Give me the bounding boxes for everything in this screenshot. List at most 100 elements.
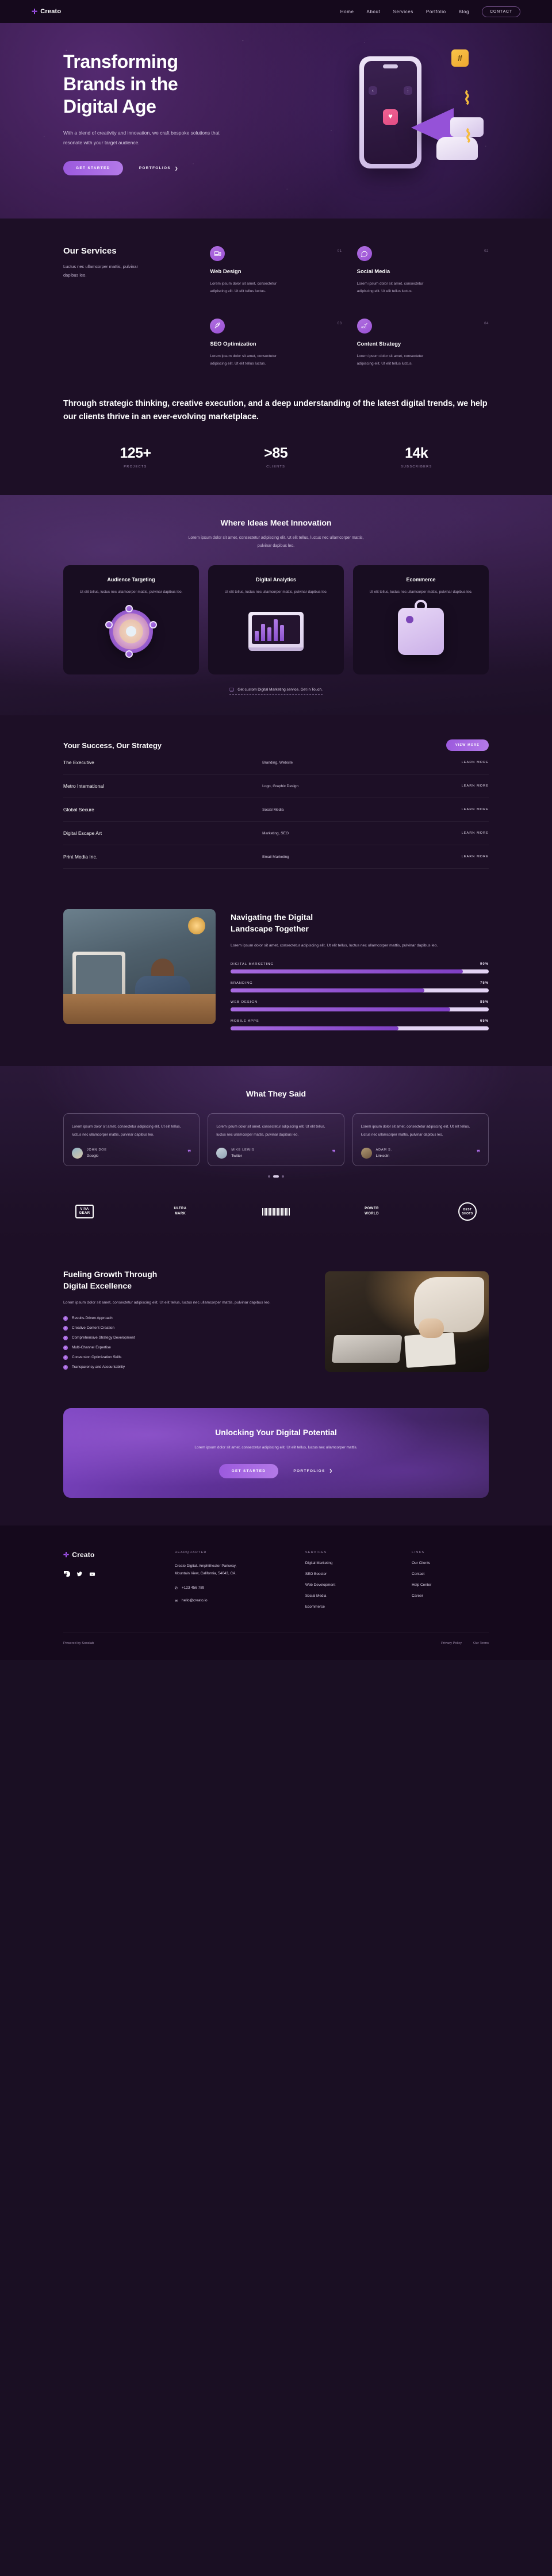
learn-more-link[interactable]: LEARN MORE <box>413 761 489 764</box>
navigating-title: Navigating the Digital Landscape Togethe… <box>231 911 489 935</box>
nav-item-portfolio[interactable]: Portfolio <box>426 9 446 14</box>
learn-more-link[interactable]: LEARN MORE <box>413 831 489 835</box>
strategy-section: Your Success, Our Strategy VIEW MORE The… <box>0 715 552 895</box>
testimonial-company: Google <box>87 1154 99 1159</box>
portfolios-label: PORTFOLIOS <box>139 166 171 171</box>
card-desc: Ut elit tellus, luctus nec ullamcorper m… <box>224 590 328 595</box>
footer-logo[interactable]: ✛ Creato <box>63 1551 164 1559</box>
benefit-label: Transparency and Accountability <box>72 1365 125 1370</box>
benefit-label: Conversion Optimization Skills <box>72 1355 122 1360</box>
twitter-icon[interactable] <box>76 1570 83 1578</box>
target-illustration <box>72 604 190 659</box>
footer-link-ecommerce[interactable]: Ecommerce <box>305 1605 401 1609</box>
hero-actions: GET STARTED PORTFOLIOS ❯ <box>63 161 270 176</box>
privacy-policy-link[interactable]: Privacy Policy <box>441 1642 462 1645</box>
learn-more-link[interactable]: LEARN MORE <box>413 784 489 788</box>
testimonial-company: Linkedin <box>375 1154 390 1159</box>
terms-link[interactable]: Our Terms <box>473 1642 489 1645</box>
testimonial-quote: Lorem ipsum dolor sit amet, consectetur … <box>72 1125 181 1137</box>
carousel-dot[interactable] <box>268 1175 270 1178</box>
carousel-dot-active[interactable] <box>273 1175 279 1178</box>
project-name: Print Media Inc. <box>63 854 98 860</box>
client-logo-ultra-mark: ULTRA MARK <box>159 1202 202 1221</box>
innovation-card-audience-targeting[interactable]: Audience Targeting Ut elit tellus, luctu… <box>63 565 199 675</box>
cta-get-started-button[interactable]: GET STARTED <box>218 1463 279 1478</box>
innovation-card-digital-analytics[interactable]: Digital Analytics Ut elit tellus, luctus… <box>208 565 344 675</box>
hero-section: Transforming Brands in the Digital Age W… <box>0 23 552 218</box>
project-name: Global Secure <box>63 807 94 813</box>
testimonial-card[interactable]: Lorem ipsum dolor sit amet, consectetur … <box>208 1113 344 1167</box>
fueling-paragraph: Lorem ipsum dolor sit amet, consectetur … <box>63 1300 271 1305</box>
navigating-title-line-1: Navigating the Digital <box>231 913 313 922</box>
innovation-section: Where Ideas Meet Innovation Lorem ipsum … <box>0 495 552 715</box>
footer-link-help-center[interactable]: Help Center <box>412 1583 489 1587</box>
back-chip-icon: ‹ <box>369 86 377 95</box>
logo-line-2: GEAR <box>79 1212 90 1216</box>
portfolios-button[interactable]: PORTFOLIOS ❯ <box>139 166 179 171</box>
table-row[interactable]: Metro International Logo, Graphic Design… <box>63 775 489 799</box>
skill-mobile-apps: MOBILE APPS 65% <box>231 1019 489 1031</box>
service-card-seo[interactable]: 03 SEO Optimization Lorem ipsum dolor si… <box>210 318 342 368</box>
benefit-label: Multi-Channel Expertise <box>72 1346 111 1350</box>
footer-link-web-development[interactable]: Web Development <box>305 1583 401 1587</box>
cta-portfolios-label: PORTFOLIOS <box>293 1469 325 1473</box>
navigating-paragraph: Lorem ipsum dolor sit amet, consectetur … <box>231 943 438 948</box>
nav-item-services[interactable]: Services <box>393 9 413 14</box>
skill-label: BRANDING <box>231 982 253 986</box>
card-desc: Ut elit tellus, luctus nec ullamcorper m… <box>79 590 183 595</box>
service-card-social-media[interactable]: 02 Social Media Lorem ipsum dolor sit am… <box>356 246 489 296</box>
benefit-label: Comprehensive Strategy Development <box>72 1336 135 1340</box>
logo[interactable]: ✛ Creato <box>32 8 61 15</box>
service-card-content-strategy[interactable]: 04 abc Content Strategy Lorem ipsum dolo… <box>356 318 489 368</box>
table-row[interactable]: Global Secure Social Media LEARN MORE <box>63 798 489 822</box>
learn-more-link[interactable]: LEARN MORE <box>413 855 489 858</box>
table-row[interactable]: The Executive Branding, Website LEARN MO… <box>63 751 489 775</box>
testimonial-card[interactable]: Lorem ipsum dolor sit amet, consectetur … <box>63 1113 200 1167</box>
footer-link-seo-booster[interactable]: SEO Booster <box>305 1572 401 1576</box>
project-tags: Social Media <box>262 807 284 812</box>
footer-link-contact[interactable]: Contact <box>412 1572 489 1576</box>
service-card-web-design[interactable]: 01 Web Design Lorem ipsum dolor sit amet… <box>210 246 342 296</box>
footer-bottom-bar: Powered by Sooslab Privacy Policy Our Te… <box>63 1631 489 1645</box>
zigzag-decoration-2: ⌇ <box>464 127 473 146</box>
logo-mark-icon: ✛ <box>32 7 38 16</box>
innovation-note[interactable]: ❏ Get custom Digital Marketing service. … <box>229 687 323 695</box>
nav-item-about[interactable]: About <box>367 9 381 14</box>
learn-more-link[interactable]: LEARN MORE <box>413 808 489 811</box>
abc-check-icon: abc <box>356 318 372 334</box>
services-grid: Our Services Luctus nec ullamcorper matt… <box>63 246 489 367</box>
footer-link-social-media[interactable]: Social Media <box>305 1594 401 1598</box>
services-subtitle: Luctus nec ullamcorper mattis, pulvinar … <box>63 264 139 278</box>
testimonial-card[interactable]: Lorem ipsum dolor sit amet, consectetur … <box>352 1113 489 1167</box>
view-more-button[interactable]: VIEW MORE <box>446 739 489 752</box>
facebook-icon[interactable] <box>63 1570 71 1578</box>
cta-portfolios-button[interactable]: PORTFOLIOS ❯ <box>293 1469 333 1474</box>
carousel-dot[interactable] <box>282 1175 284 1178</box>
fueling-benefits-list: Results-Driven Approach Creative Content… <box>63 1316 310 1370</box>
footer-phone[interactable]: ✆ +123 456 789 <box>175 1586 295 1590</box>
logo-line-1: ULTRA <box>174 1207 187 1211</box>
innovation-subtitle: Lorem ipsum dolor sit amet, consectetur … <box>188 536 364 549</box>
get-started-button[interactable]: GET STARTED <box>63 161 123 176</box>
price-tag-illustration <box>362 600 480 659</box>
check-icon <box>63 1335 68 1340</box>
innovation-note-text: Get custom Digital Marketing service. Ge… <box>237 688 323 692</box>
footer-link-digital-marketing[interactable]: Digital Marketing <box>305 1561 401 1565</box>
footer-link-career[interactable]: Career <box>412 1594 489 1598</box>
youtube-icon[interactable] <box>89 1570 96 1578</box>
innovation-card-ecommerce[interactable]: Ecommerce Ut elit tellus, luctus nec ull… <box>353 565 489 675</box>
contact-button[interactable]: CONTACT <box>482 6 520 17</box>
megaphone-icon <box>411 105 497 161</box>
nav-item-home[interactable]: Home <box>340 9 354 14</box>
footer-email[interactable]: ✉ hello@creato.io <box>175 1598 295 1603</box>
footer-link-our-clients[interactable]: Our Clients <box>412 1561 489 1565</box>
site-header: ✛ Creato Home About Services Portfolio B… <box>0 0 552 23</box>
table-row[interactable]: Digital Escape Art Marketing, SEO LEARN … <box>63 822 489 846</box>
nav-item-blog[interactable]: Blog <box>459 9 469 14</box>
skill-percent: 75% <box>480 982 489 986</box>
stat-label: PROJECTS <box>124 465 147 469</box>
list-item: Creative Content Creation <box>63 1325 310 1331</box>
stat-projects: 125+ PROJECTS <box>120 445 151 469</box>
table-row[interactable]: Print Media Inc. Email Marketing LEARN M… <box>63 845 489 869</box>
quote-icon: ❞ <box>477 1149 480 1157</box>
